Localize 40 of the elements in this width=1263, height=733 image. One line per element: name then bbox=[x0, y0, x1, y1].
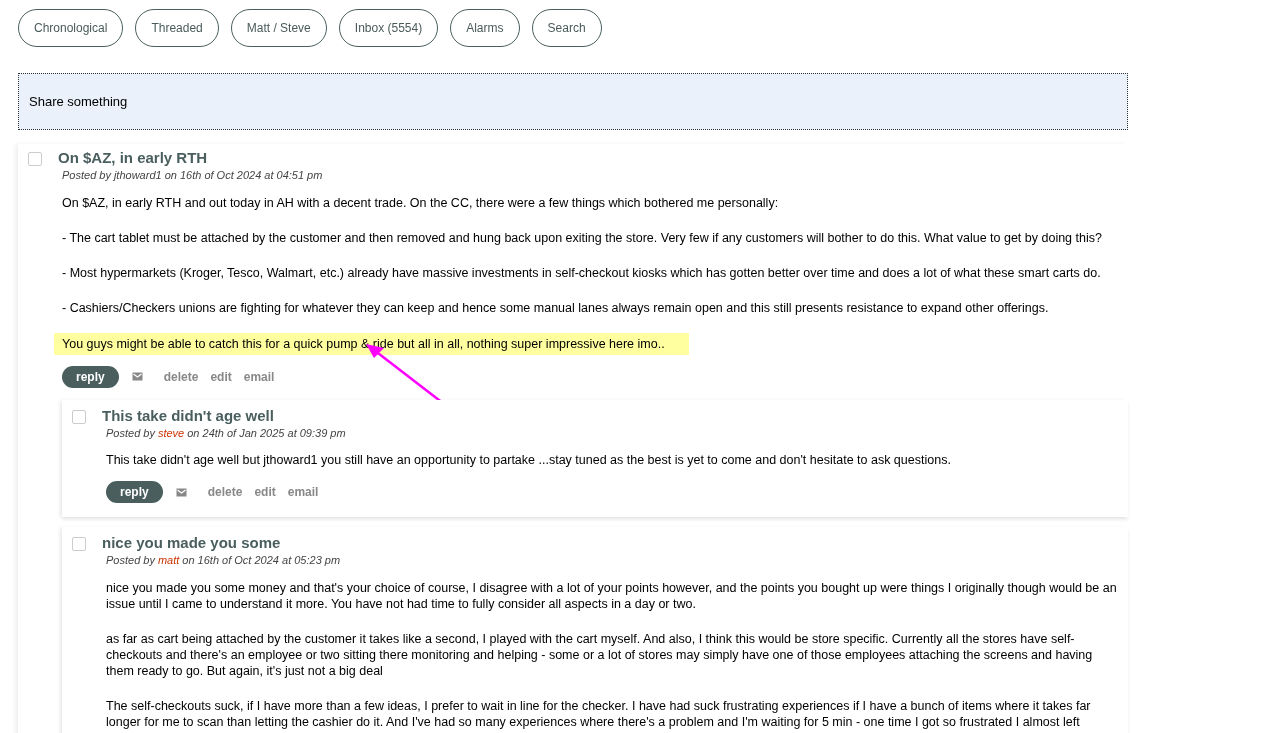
post-paragraph: - The cart tablet must be attached by the customer and then removed and hung back upon exiting the store. Very few if any customers will bother to do this. What value to get by doing this? bbox=[62, 229, 1103, 247]
action-link[interactable]: delete bbox=[207, 483, 243, 501]
author-link[interactable]: matt bbox=[157, 552, 180, 569]
tab[interactable]: Chronological bbox=[18, 9, 124, 47]
post-paragraph: The self-checkouts suck, if I have more than a few ideas, I prefer to wait in line for the checker. I have had suck frustrating experiences if I have a bunch of items where it takes far longer for me to scan than letting the cashier do it. And I've had so many experiences where there's a problem and I'm waiting for 5 min - one time I got so frustrated I almost left bbox=[106, 697, 1092, 731]
mail-icon[interactable] bbox=[175, 487, 187, 497]
post-date: on 16th of Oct 2024 at 05:23 pm bbox=[182, 553, 341, 568]
post-title[interactable]: On $AZ, in early RTH bbox=[58, 150, 323, 166]
post-date: on 24th of Jan 2025 at 09:39 pm bbox=[187, 425, 346, 441]
byline-label: Posted by bbox=[106, 425, 155, 441]
tab[interactable]: Matt / Steve bbox=[230, 9, 327, 47]
post-paragraph: - Cashiers/Checkers unions are fighting for whatever they can keep and hence some manual lanes always remain open and this still presents resistance to expand other offerings. bbox=[62, 299, 1050, 317]
tab[interactable]: Threaded bbox=[135, 9, 219, 47]
post-title[interactable]: This take didn't age well bbox=[102, 407, 346, 424]
reply-button[interactable]: reply bbox=[106, 481, 163, 503]
checkbox[interactable] bbox=[72, 409, 86, 424]
action-link[interactable]: delete bbox=[163, 367, 199, 386]
post-paragraph: as far as cart being attached by the customer it takes like a second, I played with the cart myself. And also, I think this would be store specific. Currently all the stores have self-checkouts and there's an employee or two sitting there monitoring and helping - some or a lot of stores may simply have one of those employees attaching the screens and having them ready to go. But again, it's just not a big deal bbox=[106, 630, 1094, 680]
post-paragraph: nice you made you some money and that's your choice of course, I disagree with a lot of your points however, and the points you bought up were things I originally though would be an issue until I came to understand it more. You have not had time to fully consider all aspects in a day or two. bbox=[106, 579, 1118, 613]
post-date: on 16th of Oct 2024 at 04:51 pm bbox=[164, 168, 323, 183]
action-link[interactable]: edit bbox=[210, 367, 232, 386]
tab[interactable]: Inbox (5554) bbox=[338, 9, 439, 47]
reply-button[interactable]: reply bbox=[62, 365, 119, 388]
mail-icon[interactable] bbox=[131, 372, 143, 381]
byline-label: Posted by bbox=[62, 168, 111, 183]
checkbox[interactable] bbox=[72, 537, 86, 551]
action-link[interactable]: edit bbox=[254, 483, 276, 501]
byline-label: Posted by bbox=[106, 553, 155, 568]
author-link[interactable]: steve bbox=[157, 424, 185, 441]
share-field[interactable]: Share something bbox=[18, 73, 1128, 130]
post-title[interactable]: nice you made you some bbox=[102, 535, 341, 551]
action-link[interactable]: email bbox=[287, 483, 319, 501]
post-paragraph: This take didn't age well but jthoward1 you still have an opportunity to partake ...stay tuned as the best is yet to come and don't hesitate to ask questions. bbox=[106, 452, 952, 469]
author-link[interactable]: jthoward1 bbox=[113, 167, 162, 184]
post-paragraph: On $AZ, in early RTH and out today in AH with a decent trade. On the CC, there were a few things which bothered me personally: bbox=[62, 194, 780, 212]
post-paragraph: - Most hypermarkets (Kroger, Tesco, Walmart, etc.) already have massive investments in self-checkout kiosks which has gotten better over time and does a lot of what these smart carts do. bbox=[62, 264, 1102, 282]
action-link[interactable]: email bbox=[243, 367, 275, 386]
checkbox[interactable] bbox=[28, 152, 42, 166]
tab[interactable]: Search bbox=[531, 9, 602, 47]
tab[interactable]: Alarms bbox=[450, 9, 520, 47]
